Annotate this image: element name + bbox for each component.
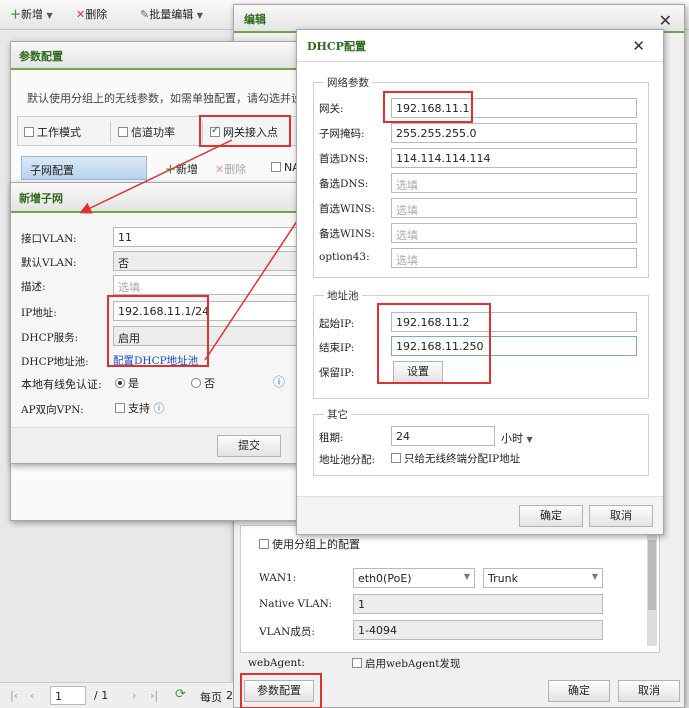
highlight-address-pool bbox=[377, 303, 491, 384]
dhcp-ok-button[interactable]: 确定 bbox=[519, 505, 583, 527]
primary-wins-label: 首选WINS: bbox=[319, 203, 375, 215]
secondary-wins-input[interactable]: 选填 bbox=[391, 223, 637, 243]
gateway-label: 网关: bbox=[319, 103, 344, 115]
subnet-mask-label: 子网掩码: bbox=[319, 128, 365, 140]
dhcp-close-icon[interactable]: ✕ bbox=[632, 37, 645, 55]
lease-label: 租期: bbox=[319, 432, 344, 444]
lease-unit-select[interactable]: 小时 ▼ bbox=[501, 430, 533, 446]
subnet-mask-input[interactable]: 255.255.255.0 bbox=[391, 123, 637, 143]
secondary-wins-label: 备选WINS: bbox=[319, 228, 375, 240]
dhcp-dialog-title: DHCP配置 bbox=[307, 40, 366, 53]
primary-dns-label: 首选DNS: bbox=[319, 153, 369, 165]
reserved-ip-label: 保留IP: bbox=[319, 367, 355, 379]
dhcp-config-dialog: DHCP配置 ✕ 网络参数 网关: 192.168.11.1 子网掩码: 255… bbox=[296, 29, 664, 535]
primary-wins-input[interactable]: 选填 bbox=[391, 198, 637, 218]
end-ip-label: 结束IP: bbox=[319, 342, 355, 354]
highlight-gateway bbox=[383, 91, 473, 123]
option43-label: option43: bbox=[319, 251, 370, 263]
arrow-to-subnet bbox=[79, 139, 233, 214]
primary-dns-input[interactable]: 114.114.114.114 bbox=[391, 148, 637, 168]
secondary-dns-input[interactable]: 选填 bbox=[391, 173, 637, 193]
dhcp-cancel-button[interactable]: 取消 bbox=[589, 505, 653, 527]
start-ip-label: 起始IP: bbox=[319, 318, 355, 330]
pool-alloc-label: 地址池分配: bbox=[319, 454, 376, 466]
chevron-down-icon: ▼ bbox=[526, 435, 533, 444]
wireless-only-checkbox[interactable]: 只给无线终端分配IP地址 bbox=[391, 451, 520, 466]
secondary-dns-label: 备选DNS: bbox=[319, 178, 369, 190]
lease-input[interactable]: 24 bbox=[391, 426, 495, 446]
option43-input[interactable]: 选填 bbox=[391, 248, 637, 268]
